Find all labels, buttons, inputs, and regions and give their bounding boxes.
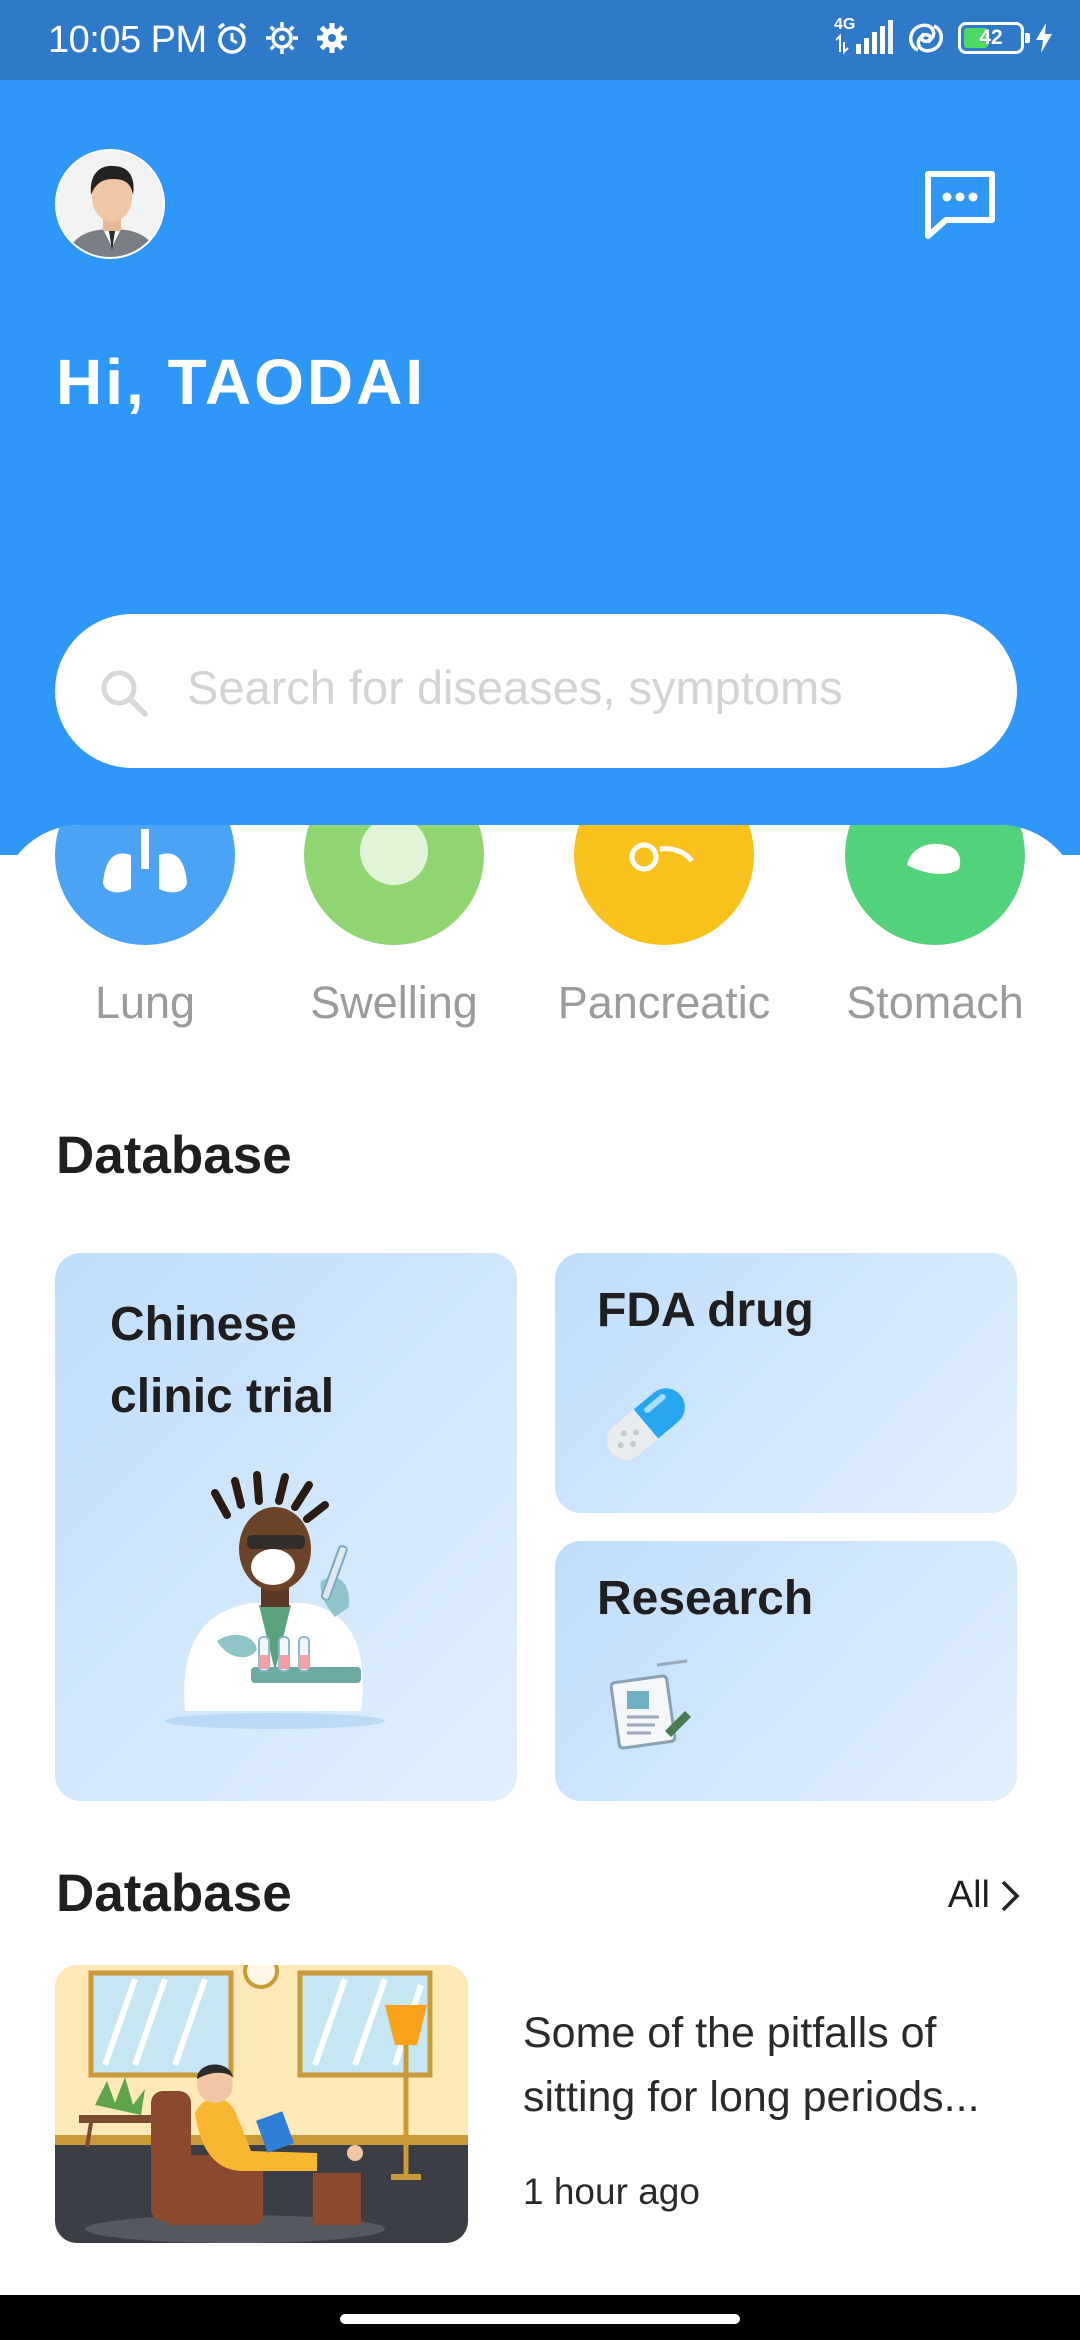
doctor-illustration xyxy=(165,1471,385,1729)
chevron-right-icon xyxy=(1001,1880,1020,1911)
chat-bubble-icon xyxy=(925,171,995,239)
category-label: Pancreatic xyxy=(557,977,771,1028)
battery-icon: 42 xyxy=(958,22,1030,54)
view-all-link[interactable]: All xyxy=(948,1874,1020,1917)
article-item[interactable]: Some of the pitfalls of sitting for long… xyxy=(55,1965,1025,2243)
card-chinese-clinic-trial[interactable]: Chinese clinic trial xyxy=(55,1253,517,1801)
home-indicator[interactable] xyxy=(340,2314,740,2324)
card-title: Research xyxy=(597,1572,814,1625)
card-research[interactable]: Research xyxy=(555,1541,1017,1801)
stomach-icon xyxy=(845,825,1025,945)
category-lung[interactable]: Lung xyxy=(55,825,235,1055)
settings-outline-icon xyxy=(266,22,298,54)
card-fda-drug[interactable]: FDA drug xyxy=(555,1253,1017,1513)
battery-tip xyxy=(1025,33,1030,43)
header: Hi, TAODAI xyxy=(0,80,1080,855)
battery-percent: 42 xyxy=(979,26,1003,49)
reading-man-illustration xyxy=(55,1965,468,2243)
category-swelling[interactable]: Swelling xyxy=(304,825,484,1055)
message-button[interactable] xyxy=(920,168,1000,244)
gear-icon xyxy=(317,23,347,53)
content-sheet: Lung Swelling Pancreatic Stomach Databas… xyxy=(0,825,1080,2295)
category-label: Swelling xyxy=(310,977,478,1028)
charging-icon xyxy=(1036,23,1052,53)
search-input[interactable] xyxy=(187,644,987,730)
greeting-title: Hi, TAODAI xyxy=(56,346,427,418)
research-document-icon xyxy=(609,1659,691,1750)
category-label: Stomach xyxy=(846,977,1024,1028)
network-indicator: 4G xyxy=(832,16,894,58)
status-icons-left xyxy=(214,20,350,56)
wifi-hotspot-icon xyxy=(909,23,943,53)
category-stomach[interactable]: Stomach xyxy=(845,825,1025,1055)
status-icons-right: 4G 42 xyxy=(832,16,1054,58)
card-title-line1: Chinese xyxy=(110,1298,297,1351)
lung-icon xyxy=(55,825,235,945)
article-thumbnail xyxy=(55,1965,468,2243)
swelling-icon xyxy=(304,825,484,945)
card-title: FDA drug xyxy=(597,1284,814,1337)
view-all-label: All xyxy=(947,1874,990,1916)
pill-capsule-icon xyxy=(607,1388,685,1460)
alarm-icon xyxy=(217,22,247,54)
search-icon xyxy=(101,670,148,717)
status-time: 10:05 PM xyxy=(48,19,207,61)
signal-icon xyxy=(835,20,893,55)
card-title-line2: clinic trial xyxy=(110,1370,335,1423)
articles-section-title: Database xyxy=(56,1864,292,1923)
pancreas-icon xyxy=(574,825,754,945)
status-bar: 10:05 PM 4G 42 xyxy=(0,0,1080,80)
category-pancreatic[interactable]: Pancreatic xyxy=(553,825,775,1055)
database-section-title: Database xyxy=(56,1126,292,1185)
category-label: Lung xyxy=(94,977,196,1028)
category-row: Lung Swelling Pancreatic Stomach xyxy=(0,825,1080,1055)
avatar[interactable] xyxy=(55,149,165,259)
article-title: Some of the pitfalls of sitting for long… xyxy=(523,2009,980,2121)
article-timestamp: 1 hour ago xyxy=(523,2171,700,2212)
search-bar[interactable] xyxy=(55,614,1017,768)
avatar-icon xyxy=(57,151,163,257)
